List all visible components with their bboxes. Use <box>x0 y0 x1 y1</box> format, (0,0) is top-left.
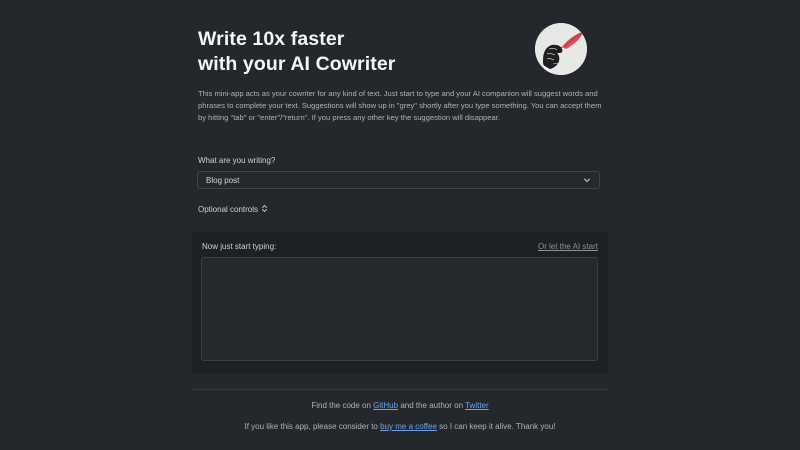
buy-coffee-link[interactable]: buy me a coffee <box>380 422 437 431</box>
chevron-down-icon <box>583 176 591 184</box>
editor-panel: Now just start typing: Or let the AI sta… <box>192 232 608 374</box>
footer-text-code: Find the code on <box>311 401 371 410</box>
title-line-2: with your AI Cowriter <box>198 53 396 75</box>
footer-line-support: If you like this app, please consider to… <box>0 422 800 431</box>
footer-text-thanks: so I can keep it alive. Thank you! <box>439 422 556 431</box>
optional-controls-label: Optional controls <box>198 205 259 214</box>
github-link[interactable]: GitHub <box>373 401 398 410</box>
app-page: Write 10x faster with your AI Cowriter T… <box>0 0 800 450</box>
footer-line-code: Find the code on GitHub and the author o… <box>0 401 800 410</box>
page-title: Write 10x faster with your AI Cowriter <box>198 27 518 77</box>
writing-type-label: What are you writing? <box>198 156 276 165</box>
ai-start-link[interactable]: Or let the AI start <box>538 242 598 251</box>
title-line-1: Write 10x faster <box>198 28 345 50</box>
editor-textarea[interactable] <box>201 257 598 361</box>
twitter-link[interactable]: Twitter <box>465 401 489 410</box>
chevron-up-down-icon <box>261 204 268 215</box>
footer-text-support: If you like this app, please consider to <box>244 422 378 431</box>
footer-divider <box>192 389 608 390</box>
optional-controls-toggle[interactable]: Optional controls <box>198 204 268 215</box>
intro-text: This mini-app acts as your cowriter for … <box>198 89 602 123</box>
writing-type-selected: Blog post <box>206 175 240 185</box>
footer-text-author: and the author on <box>400 401 464 410</box>
writing-type-select[interactable]: Blog post <box>197 171 600 189</box>
hand-holding-quill-icon <box>535 23 587 75</box>
editor-label: Now just start typing: <box>202 242 277 251</box>
